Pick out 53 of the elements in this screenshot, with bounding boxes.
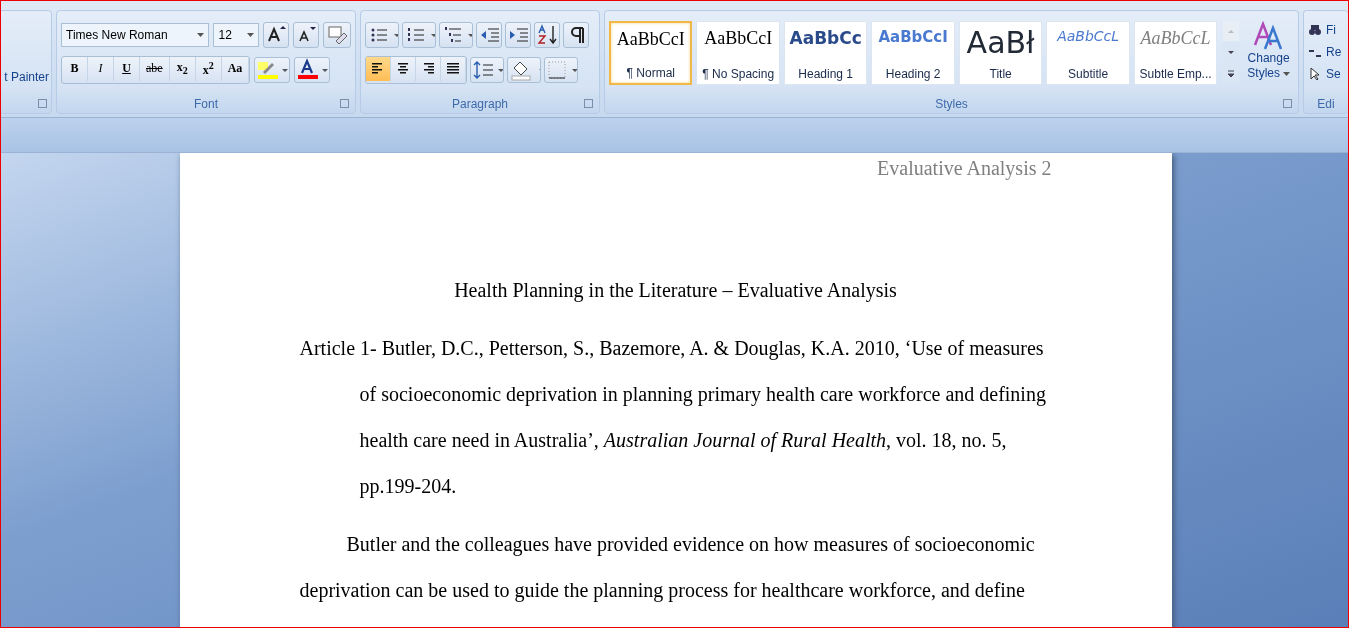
numbered-list-icon[interactable]: [402, 21, 436, 48]
highlight-color-icon[interactable]: [254, 56, 291, 83]
shrink-font-icon[interactable]: [293, 21, 319, 48]
align-left-icon: [371, 62, 385, 75]
pilcrow-icon[interactable]: [563, 21, 589, 48]
style-tile[interactable]: AaBbCc Heading 1: [783, 21, 868, 85]
change-styles-button[interactable]: Change Styles: [1243, 21, 1294, 81]
bullet-list-icon[interactable]: [365, 21, 399, 48]
font-size-field[interactable]: 12: [213, 22, 259, 47]
align-center-icon: [396, 62, 410, 75]
format-button[interactable]: abe: [140, 56, 170, 81]
group-label: Edi: [1317, 97, 1335, 111]
clear-formatting-icon[interactable]: [323, 21, 351, 48]
align-button[interactable]: [366, 56, 391, 81]
align-right-icon: [421, 62, 435, 75]
group-label: Styles: [935, 97, 968, 111]
format-button[interactable]: U: [114, 56, 140, 81]
binoculars-icon: [1308, 24, 1322, 36]
decrease-indent-icon[interactable]: [476, 21, 502, 48]
caret-icon[interactable]: [197, 32, 205, 37]
caret-icon[interactable]: [247, 32, 254, 37]
font-color-icon[interactable]: [294, 56, 331, 83]
style-tile[interactable]: AaBbCcL Subtle Emp...: [1133, 21, 1218, 85]
align-justify-icon: [446, 62, 460, 75]
style-tile[interactable]: AaBbCcI ¶ No Spacing: [696, 21, 780, 85]
editing-button[interactable]: Re: [1326, 45, 1342, 59]
format-button[interactable]: x$^{2}$: [195, 56, 222, 81]
style-tile[interactable]: AaBbCcI Heading 2: [871, 21, 955, 85]
body-paragraph: Butler and the colleagues have provided evidence on how measures of socioeconomic deprivation can be used to guide the planning process for healthcare workforce, and define: [299, 532, 1036, 604]
increase-indent-icon[interactable]: [505, 21, 531, 48]
group-label: Font: [194, 97, 218, 111]
page-header: Evaluative Analysis 2: [876, 156, 1052, 180]
grow-font-icon[interactable]: [263, 21, 289, 48]
shading-icon[interactable]: [507, 56, 541, 83]
sort-icon[interactable]: [534, 21, 560, 48]
font-name-field[interactable]: Times New Roman: [61, 22, 210, 47]
format-button[interactable]: B: [62, 56, 88, 81]
format-button[interactable]: I: [88, 56, 114, 81]
reference-paragraph: Article 1- Butler, D.C., Petterson, S., Bazemore, A. & Douglas, K.A. 2010, ‘Use of measures of socioeconomic deprivation in planning primary health care workforce and defining health care need in Australia’, Australian Journal of Rural Health, vol. 18, no. 5, pp.199-204.: [299, 336, 1047, 500]
format-button[interactable]: Aa: [221, 56, 250, 81]
line-spacing-icon[interactable]: [470, 56, 504, 83]
editing-button[interactable]: Se: [1326, 67, 1341, 81]
style-tile[interactable]: AaBbCcI ¶ Normal: [609, 21, 693, 85]
style-tile[interactable]: AaBbCcL Subtitle: [1046, 21, 1130, 85]
cursor-icon: [1308, 68, 1322, 80]
format-painter-button[interactable]: t Painter: [3, 70, 49, 84]
multilevel-list-icon[interactable]: [439, 21, 473, 48]
group-label: Paragraph: [451, 97, 508, 111]
format-button[interactable]: x$_{2}$: [169, 56, 196, 81]
caret-icon: [1283, 71, 1290, 76]
document-title: Health Planning in the Literature – Evaluative Analysis: [453, 278, 898, 304]
style-tile[interactable]: AaBł Title: [958, 21, 1043, 85]
editing-button[interactable]: Fi: [1326, 23, 1336, 37]
